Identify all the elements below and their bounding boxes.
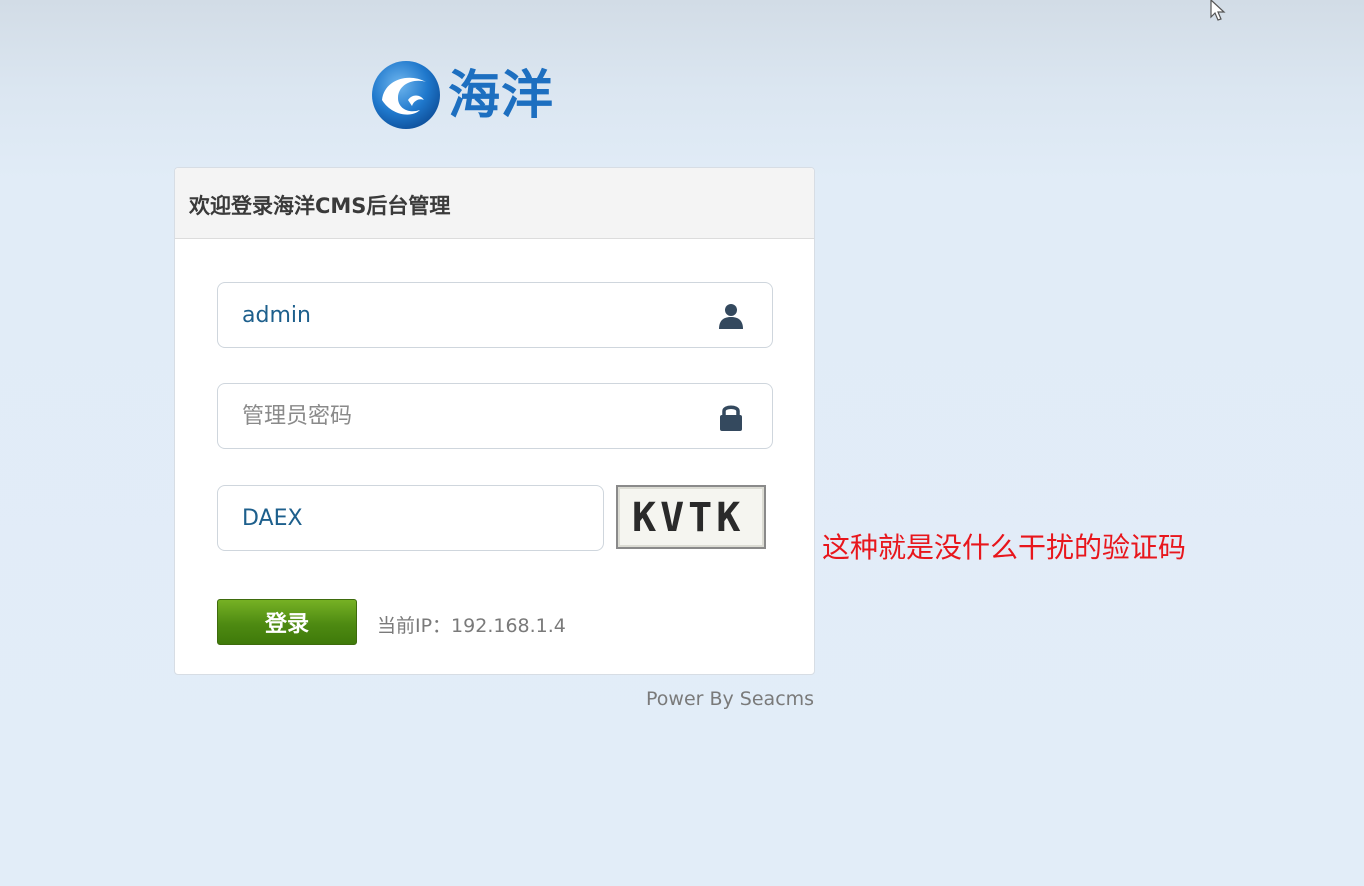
password-field	[217, 383, 773, 449]
captcha-text: KVTK	[632, 495, 745, 541]
captcha-input[interactable]	[242, 501, 582, 535]
login-panel: 欢迎登录海洋CMS后台管理 KVTK 登录 当前IP：192.168.1.4	[174, 167, 815, 675]
ip-info: 当前IP：192.168.1.4	[377, 615, 566, 637]
annotation-text: 这种就是没什么干扰的验证码	[822, 531, 1187, 564]
user-icon	[719, 304, 743, 329]
password-input[interactable]	[242, 399, 672, 433]
login-button[interactable]: 登录	[217, 599, 357, 645]
panel-title: 欢迎登录海洋CMS后台管理	[189, 194, 451, 218]
logo-text: 海洋	[448, 66, 555, 126]
captcha-field	[217, 485, 604, 551]
captcha-image[interactable]: KVTK	[616, 485, 766, 549]
footer-credit: Power By Seacms	[646, 688, 815, 710]
username-input[interactable]	[242, 298, 672, 332]
site-logo: 海洋	[368, 56, 558, 134]
lock-icon	[720, 405, 742, 431]
mouse-cursor-icon	[1208, 0, 1234, 22]
wave-logo-icon	[372, 61, 440, 129]
panel-header: 欢迎登录海洋CMS后台管理	[175, 168, 814, 239]
username-field	[217, 282, 773, 348]
